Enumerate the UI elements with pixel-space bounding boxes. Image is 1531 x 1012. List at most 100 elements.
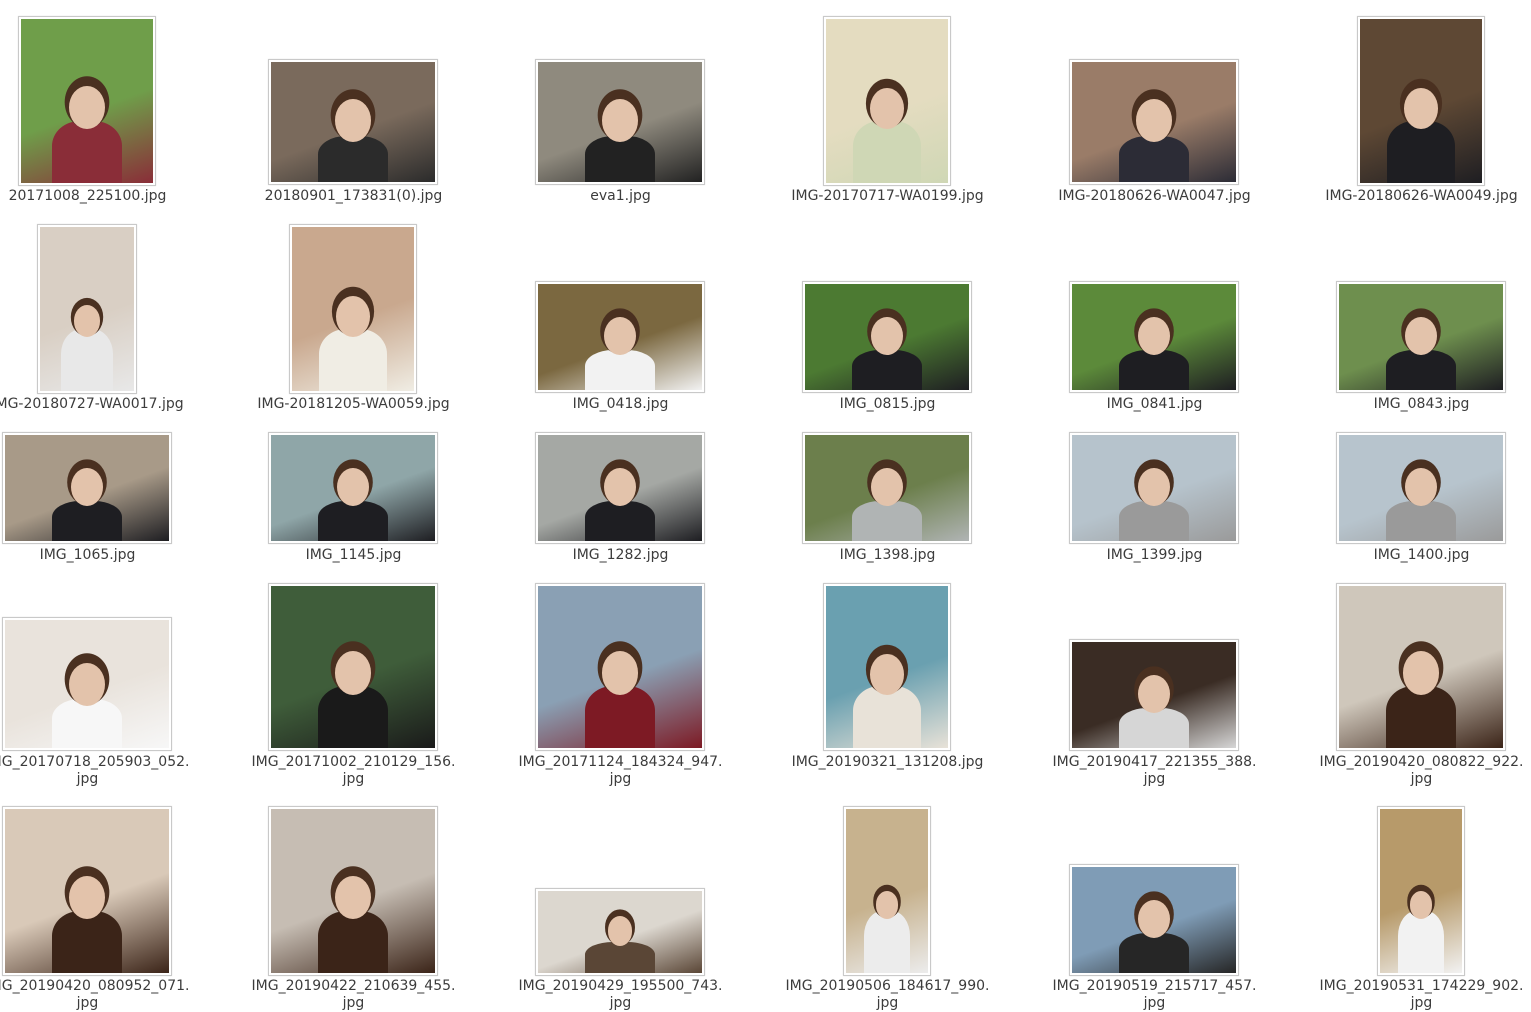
photo-preview (21, 19, 153, 183)
image-thumbnail[interactable] (535, 583, 705, 751)
image-thumbnail[interactable] (1336, 583, 1506, 751)
photo-preview (1339, 435, 1503, 541)
photo-preview (5, 809, 169, 973)
image-thumbnail[interactable] (268, 806, 438, 976)
file-name-label: IMG_1065.jpg (39, 547, 136, 563)
photo-preview (292, 227, 414, 391)
person-face (335, 875, 371, 919)
image-thumbnail[interactable] (268, 583, 438, 751)
person-figure (1398, 910, 1444, 973)
file-name-label: IMG-20180626-WA0049.jpg (1325, 188, 1518, 204)
file-name-label-continued: jpg (1410, 771, 1433, 787)
person-figure (585, 500, 655, 541)
image-thumbnail[interactable] (823, 583, 951, 751)
image-thumbnail[interactable] (268, 59, 438, 185)
photo-preview (538, 62, 702, 182)
file-name-label-continued: jpg (609, 771, 632, 787)
image-thumbnail[interactable] (37, 224, 137, 394)
person-face (335, 651, 371, 695)
person-face (1405, 316, 1437, 356)
person-figure (318, 500, 388, 541)
image-thumbnail[interactable] (1336, 281, 1506, 393)
photo-preview (271, 435, 435, 541)
person-figure (585, 136, 655, 182)
person-figure (1386, 686, 1456, 748)
image-thumbnail[interactable] (1069, 639, 1239, 751)
person-figure (1386, 500, 1456, 541)
image-thumbnail[interactable] (535, 281, 705, 393)
image-thumbnail[interactable] (1069, 281, 1239, 393)
person-figure (61, 328, 113, 391)
image-thumbnail[interactable] (843, 806, 931, 976)
person-figure (52, 910, 122, 973)
image-thumbnail[interactable] (2, 806, 172, 976)
person-figure (585, 349, 655, 390)
photo-preview (1360, 19, 1482, 183)
file-name-label: 20171008_225100.jpg (8, 188, 167, 204)
file-name-label-continued: jpg (609, 995, 632, 1011)
person-figure (52, 120, 122, 183)
photo-preview (538, 891, 702, 973)
file-icon-grid: 20171008_225100.jpg 20180901_173831(0).jp… (0, 0, 1531, 1011)
image-thumbnail[interactable] (2, 432, 172, 544)
image-thumbnail[interactable] (1069, 59, 1239, 185)
image-thumbnail[interactable] (1069, 864, 1239, 976)
person-figure (852, 349, 922, 390)
file-name-label: IMG-20170717-WA0199.jpg (791, 188, 984, 204)
file-name-label: IMG_20170718_205903_052. (0, 754, 190, 770)
file-name-label-continued: jpg (1143, 771, 1166, 787)
file-name-label: IMG_20190422_210639_455. (251, 978, 456, 994)
photo-preview (1380, 809, 1462, 973)
file-name-label: IMG_1282.jpg (572, 547, 669, 563)
photo-preview (271, 586, 435, 748)
person-face (604, 467, 636, 507)
file-name-label: IMG_1399.jpg (1106, 547, 1203, 563)
image-thumbnail[interactable] (289, 224, 417, 394)
image-thumbnail[interactable] (1069, 432, 1239, 544)
file-name-label: IMG_0418.jpg (572, 396, 669, 412)
image-thumbnail[interactable] (802, 432, 972, 544)
image-thumbnail[interactable] (1377, 806, 1465, 976)
person-face (602, 651, 638, 695)
image-thumbnail[interactable] (802, 281, 972, 393)
file-name-label-continued: jpg (342, 771, 365, 787)
photo-preview (40, 227, 134, 391)
file-name-label: IMG_20190420_080952_071. (0, 978, 190, 994)
file-name-label: IMG_0843.jpg (1373, 396, 1470, 412)
person-figure (318, 910, 388, 973)
person-figure (1119, 349, 1189, 390)
person-figure (853, 120, 921, 183)
image-thumbnail[interactable] (1357, 16, 1485, 186)
photo-preview (805, 284, 969, 390)
file-name-label: IMG_20171002_210129_156. (251, 754, 456, 770)
person-face (335, 295, 371, 337)
image-thumbnail[interactable] (18, 16, 156, 186)
file-name-label: IMG_20190519_215717_457. (1052, 978, 1257, 994)
file-name-label: IMG_20190417_221355_388. (1052, 754, 1257, 770)
person-figure (585, 686, 655, 748)
image-thumbnail[interactable] (2, 617, 172, 751)
person-face (875, 891, 899, 919)
image-thumbnail[interactable] (823, 16, 951, 186)
person-face (1138, 674, 1170, 714)
image-thumbnail[interactable] (535, 432, 705, 544)
file-name-label-continued: jpg (1143, 995, 1166, 1011)
person-face (1138, 316, 1170, 356)
photo-preview (538, 435, 702, 541)
file-name-label: IMG-20180727-WA0017.jpg (0, 396, 184, 412)
person-figure (319, 328, 387, 391)
photo-preview (846, 809, 928, 973)
photo-preview (538, 284, 702, 390)
person-face (871, 467, 903, 507)
image-thumbnail[interactable] (1336, 432, 1506, 544)
file-name-label: IMG_0841.jpg (1106, 396, 1203, 412)
person-figure (52, 500, 122, 541)
person-face (1409, 891, 1433, 919)
file-name-label-continued: jpg (76, 995, 99, 1011)
image-thumbnail[interactable] (535, 59, 705, 185)
photo-preview (1072, 62, 1236, 182)
file-name-label: IMG_1145.jpg (305, 547, 402, 563)
image-thumbnail[interactable] (535, 888, 705, 976)
photo-preview (5, 435, 169, 541)
image-thumbnail[interactable] (268, 432, 438, 544)
